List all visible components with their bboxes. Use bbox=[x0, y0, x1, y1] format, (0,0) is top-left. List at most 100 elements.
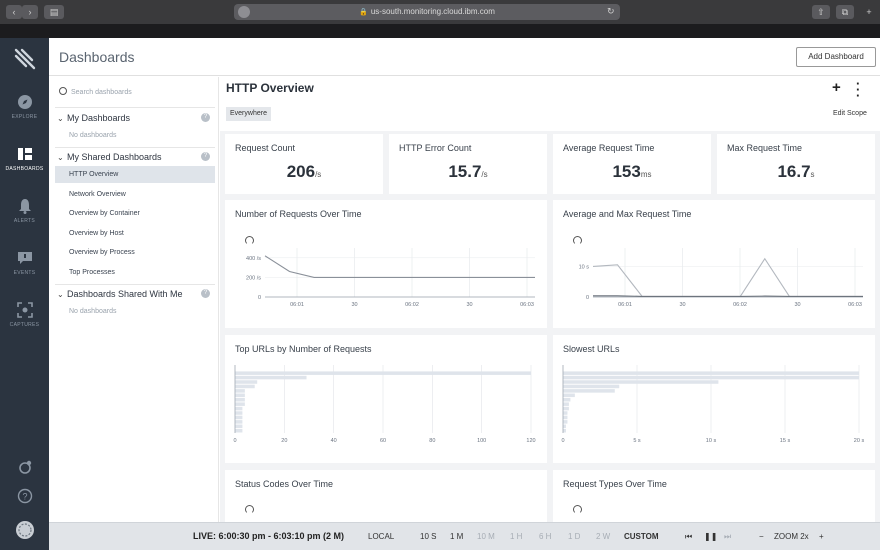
panel-request-types[interactable]: Request Types Over Time bbox=[553, 470, 875, 530]
bar bbox=[235, 393, 245, 398]
sidebar-toggle-button[interactable]: ▤ bbox=[44, 5, 64, 19]
list-item-network-overview[interactable]: Network Overview bbox=[55, 186, 215, 203]
timezone-selector[interactable]: LOCAL bbox=[368, 532, 394, 541]
list-item-top-processes[interactable]: Top Processes bbox=[55, 264, 215, 281]
bar bbox=[235, 389, 245, 393]
range-1h[interactable]: 1 H bbox=[510, 532, 522, 541]
zoom-level: ZOOM 2x bbox=[774, 532, 809, 541]
group-shared-with-me[interactable]: ⌄ Dashboards Shared With Me ? bbox=[57, 289, 212, 299]
list-item-overview-by-host[interactable]: Overview by Host bbox=[55, 225, 215, 242]
kpi-value: 15.7/s bbox=[448, 162, 488, 181]
integrations-button[interactable] bbox=[0, 459, 49, 480]
panel-avg-max-request-time[interactable]: Average and Max Request Time 06:01 30 06:0… bbox=[553, 200, 875, 328]
scope-chip[interactable]: Everywhere bbox=[226, 107, 271, 121]
forward-button[interactable]: › bbox=[22, 5, 38, 19]
search-dashboards-input[interactable]: Search dashboards bbox=[59, 86, 209, 100]
bar bbox=[563, 424, 566, 429]
help-icon[interactable]: ? bbox=[201, 289, 210, 298]
user-avatar[interactable] bbox=[0, 520, 49, 545]
chat-bubble-icon bbox=[17, 252, 32, 264]
skip-forward-button[interactable]: ⏭ bbox=[724, 532, 731, 542]
range-10s[interactable]: 10 S bbox=[420, 532, 436, 541]
time-navigation-bar: LIVE: 6:00:30 pm - 6:03:10 pm (2 M) LOCA… bbox=[49, 522, 880, 550]
nav-events[interactable]: EVENTS bbox=[0, 250, 49, 276]
help-button[interactable]: ? bbox=[0, 488, 49, 509]
kpi-value: 206/s bbox=[286, 162, 322, 181]
nav-explore[interactable]: EXPLORE bbox=[0, 94, 49, 120]
kpi-title: HTTP Error Count bbox=[399, 143, 472, 153]
list-item-overview-by-container[interactable]: Overview by Container bbox=[55, 205, 215, 222]
divider bbox=[55, 147, 215, 148]
panel-requests-over-time[interactable]: Number of Requests Over Time 06:01 30 06:0… bbox=[225, 200, 547, 328]
series-line-0 bbox=[592, 257, 863, 297]
tabs-button[interactable]: ⧉ bbox=[836, 5, 854, 19]
site-icon bbox=[238, 6, 250, 18]
nav-dashboards[interactable]: DASHBOARDS bbox=[0, 146, 49, 172]
back-button[interactable]: ‹ bbox=[6, 5, 22, 19]
group-my-dashboards[interactable]: ⌄ My Dashboards ? bbox=[57, 113, 212, 123]
add-panel-button[interactable]: + bbox=[832, 79, 841, 96]
x-tick-label: 5 s bbox=[633, 438, 641, 444]
pause-button[interactable]: ❚❚ bbox=[704, 532, 717, 541]
x-tick-label: 100 bbox=[477, 438, 486, 444]
group-my-shared-dashboards[interactable]: ⌄ My Shared Dashboards ? bbox=[57, 152, 212, 162]
more-menu-button[interactable]: · · · bbox=[856, 77, 860, 102]
kpi-max-request-time[interactable]: Max Request Time 16.7s bbox=[717, 134, 875, 194]
bar bbox=[563, 397, 571, 402]
range-custom[interactable]: CUSTOM bbox=[624, 532, 659, 541]
panel-status-codes[interactable]: Status Codes Over Time bbox=[225, 470, 547, 530]
zoom-out-button[interactable]: − bbox=[759, 532, 764, 541]
bar bbox=[235, 397, 245, 402]
list-item-overview-by-process[interactable]: Overview by Process bbox=[55, 244, 215, 261]
bar bbox=[563, 371, 859, 375]
dashboard-list-panel: Search dashboards ⌄ My Dashboards ? No da… bbox=[49, 77, 219, 522]
address-bar[interactable]: 🔒 us-south.monitoring.cloud.ibm.com bbox=[234, 4, 620, 20]
y-tick-label: 200 /s bbox=[246, 275, 261, 281]
group-title: My Dashboards bbox=[67, 113, 131, 123]
panel-top-urls[interactable]: Top URLs by Number of Requests 0 20 40 60 80… bbox=[225, 335, 547, 463]
help-icon[interactable]: ? bbox=[201, 152, 210, 161]
kpi-http-error-count[interactable]: HTTP Error Count 15.7/s bbox=[389, 134, 547, 194]
kpi-request-count[interactable]: Request Count 206/s bbox=[225, 134, 383, 194]
x-tick-label: 20 s bbox=[854, 438, 865, 444]
edit-scope-link[interactable]: Edit Scope bbox=[833, 110, 867, 117]
range-1d[interactable]: 1 D bbox=[568, 532, 580, 541]
x-tick-label: 06:02 bbox=[405, 302, 419, 308]
x-tick-label: 0 bbox=[233, 438, 236, 444]
x-tick-label: 06:03 bbox=[848, 302, 862, 308]
nav-captures[interactable]: CAPTURES bbox=[0, 302, 49, 328]
list-item-http-overview[interactable]: HTTP Overview bbox=[55, 166, 215, 183]
series-line-0 bbox=[264, 255, 535, 278]
range-6h[interactable]: 6 H bbox=[539, 532, 551, 541]
nav-alerts[interactable]: ALERTS bbox=[0, 198, 49, 224]
reload-icon[interactable]: ↻ bbox=[607, 6, 615, 17]
connector-icon bbox=[18, 460, 31, 474]
divider bbox=[55, 284, 215, 285]
new-tab-button[interactable]: + bbox=[862, 5, 876, 19]
bar bbox=[563, 375, 859, 380]
share-button[interactable]: ⇧ bbox=[812, 5, 830, 19]
add-dashboard-button[interactable]: Add Dashboard bbox=[796, 47, 876, 67]
panel-slowest-urls[interactable]: Slowest URLs 05 s 10 s 15 s 20 s bbox=[553, 335, 875, 463]
skip-back-button[interactable]: ⏮ bbox=[685, 532, 692, 542]
x-tick-label: 40 bbox=[331, 438, 337, 444]
url-text: us-south.monitoring.cloud.ibm.com bbox=[370, 7, 495, 16]
range-1m[interactable]: 1 M bbox=[450, 532, 463, 541]
bar bbox=[235, 384, 255, 389]
x-tick-label: 30 bbox=[351, 302, 357, 308]
zoom-in-button[interactable]: + bbox=[819, 532, 824, 541]
bar bbox=[235, 424, 243, 429]
kpi-average-request-time[interactable]: Average Request Time 153ms bbox=[553, 134, 711, 194]
x-tick-label: 06:02 bbox=[733, 302, 747, 308]
range-2w[interactable]: 2 W bbox=[596, 532, 610, 541]
request-time-line-chart: 06:01 30 06:02 30 06:03 0 10 s bbox=[579, 248, 863, 308]
help-icon[interactable]: ? bbox=[201, 113, 210, 122]
nav-label: EXPLORE bbox=[11, 114, 38, 120]
x-tick-label: 20 bbox=[281, 438, 287, 444]
chevron-down-icon: ⌄ bbox=[57, 290, 64, 299]
group-title: My Shared Dashboards bbox=[67, 152, 162, 162]
range-10m[interactable]: 10 M bbox=[477, 532, 495, 541]
kpi-value: 16.7s bbox=[777, 162, 815, 181]
kpi-title: Max Request Time bbox=[727, 143, 803, 153]
x-tick-label: 30 bbox=[679, 302, 685, 308]
